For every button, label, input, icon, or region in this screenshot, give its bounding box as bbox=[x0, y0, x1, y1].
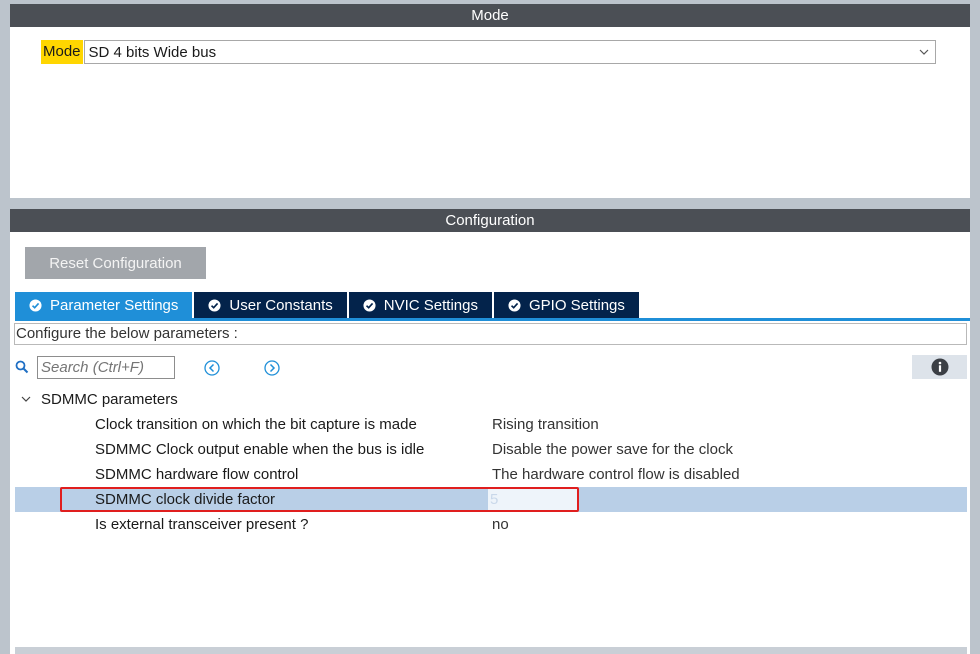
sdmmc-parameters-group[interactable]: SDMMC parameters bbox=[20, 388, 178, 410]
check-circle-icon bbox=[208, 298, 221, 312]
tab-user-constants[interactable]: User Constants bbox=[194, 292, 347, 318]
check-circle-icon bbox=[29, 298, 42, 312]
param-value[interactable]: The hardware control flow is disabled bbox=[492, 462, 740, 487]
horizontal-scrollbar[interactable] bbox=[15, 647, 967, 654]
configuration-panel: Configuration Reset Configuration Parame… bbox=[10, 209, 970, 654]
table-row[interactable]: Is external transceiver present ? no bbox=[15, 512, 967, 537]
mode-label: Mode bbox=[41, 40, 83, 64]
mode-row: Mode SD 4 bits Wide bus bbox=[41, 39, 936, 65]
param-value[interactable]: Rising transition bbox=[492, 412, 599, 437]
param-value[interactable]: Disable the power save for the clock bbox=[492, 437, 733, 462]
tab-parameter-settings[interactable]: Parameter Settings bbox=[15, 292, 193, 318]
param-name: SDMMC Clock output enable when the bus i… bbox=[95, 441, 425, 458]
mode-select-value: SD 4 bits Wide bus bbox=[88, 43, 217, 61]
table-row[interactable]: SDMMC Clock output enable when the bus i… bbox=[15, 437, 967, 462]
parameters-hint: Configure the below parameters : bbox=[14, 323, 967, 345]
chevron-right-circle-icon[interactable] bbox=[263, 359, 281, 377]
reset-configuration-button[interactable]: Reset Configuration bbox=[25, 247, 206, 279]
param-value[interactable]: no bbox=[492, 512, 509, 537]
tab-gpio-settings[interactable]: GPIO Settings bbox=[494, 292, 639, 318]
tab-nvic-settings[interactable]: NVIC Settings bbox=[348, 292, 492, 318]
mode-panel: Mode Mode SD 4 bits Wide bus bbox=[10, 4, 970, 198]
table-row-selected[interactable]: SDMMC clock divide factor 5 bbox=[15, 487, 967, 512]
search-row bbox=[15, 355, 970, 381]
table-row[interactable]: SDMMC hardware flow control The hardware… bbox=[15, 462, 967, 487]
search-icon bbox=[15, 360, 29, 374]
chevron-down-icon bbox=[21, 396, 31, 402]
info-icon bbox=[931, 358, 948, 376]
settings-tabs: Parameter Settings User Constants NVIC S… bbox=[15, 292, 970, 319]
tab-label: NVIC Settings bbox=[383, 296, 478, 314]
info-button[interactable] bbox=[912, 355, 967, 379]
param-name: Clock transition on which the bit captur… bbox=[95, 416, 417, 433]
check-circle-icon bbox=[363, 298, 376, 312]
param-name: SDMMC hardware flow control bbox=[95, 466, 299, 483]
parameter-list: Clock transition on which the bit captur… bbox=[15, 412, 967, 537]
check-circle-icon bbox=[508, 298, 521, 312]
tab-label: Parameter Settings bbox=[50, 296, 179, 314]
tab-underline bbox=[15, 318, 970, 321]
chevron-left-circle-icon[interactable] bbox=[203, 359, 221, 377]
mode-select[interactable]: SD 4 bits Wide bus bbox=[83, 40, 936, 64]
annotation-highlight-box bbox=[60, 487, 579, 512]
mode-panel-header: Mode bbox=[10, 4, 970, 27]
search-input[interactable] bbox=[37, 356, 175, 379]
table-row[interactable]: Clock transition on which the bit captur… bbox=[15, 412, 967, 437]
param-name: Is external transceiver present ? bbox=[95, 516, 309, 533]
chevron-down-icon bbox=[919, 49, 929, 55]
tab-label: User Constants bbox=[229, 296, 333, 314]
tab-label: GPIO Settings bbox=[529, 296, 625, 314]
group-title: SDMMC parameters bbox=[41, 390, 178, 408]
configuration-panel-header: Configuration bbox=[10, 209, 970, 232]
